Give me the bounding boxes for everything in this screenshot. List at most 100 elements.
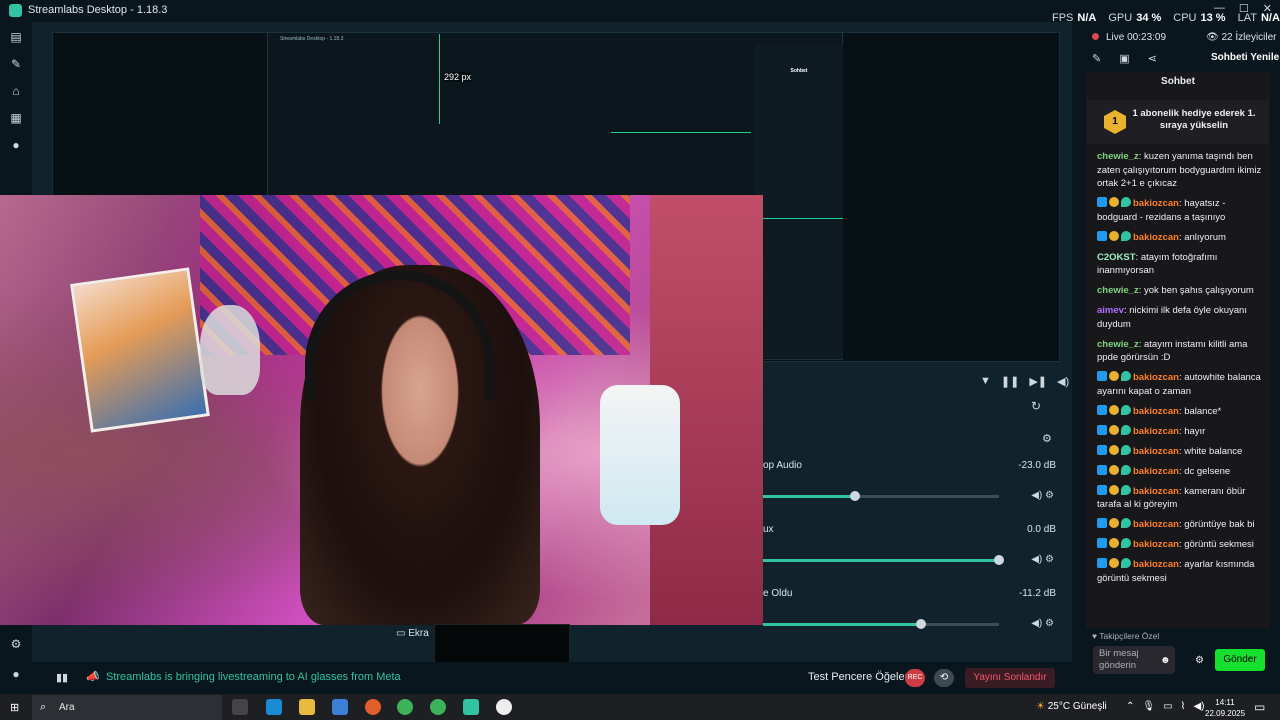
mixer-settings-icon[interactable]: ⚙	[1042, 432, 1052, 445]
chat-text: : dc gelsene	[1178, 465, 1231, 477]
mic-icon[interactable]: 🎙	[1142, 701, 1155, 712]
chat-message: bakiozcan: anlıyorum	[1097, 230, 1263, 245]
emoji-icon[interactable]: ☻	[1160, 655, 1171, 666]
chat-message: chewie_z: kuzen yanıma taşındı ben zaten…	[1097, 150, 1263, 191]
chat-message: bakiozcan: görüntüye bak bi	[1097, 518, 1263, 532]
chat-username[interactable]: bakiozcan	[1133, 559, 1179, 570]
nested-chat-capture: Sohbet	[755, 44, 843, 358]
chat-username[interactable]: bakiozcan	[1133, 519, 1179, 530]
system-tray: ⌃ 🎙 ▭ ⌇ ◀)	[1126, 701, 1204, 712]
news-banner[interactable]: Streamlabs is bringing livestreaming to …	[106, 671, 401, 683]
volume-slider[interactable]	[763, 491, 999, 501]
send-button[interactable]: Gönder	[1215, 649, 1265, 671]
chat-username[interactable]: bakiozcan	[1133, 372, 1179, 383]
chat-username[interactable]: chewie_z	[1097, 339, 1139, 350]
speaker-icon[interactable]: ◀)	[1193, 701, 1204, 712]
refresh-chat-button[interactable]: Sohbeti Yenile	[1211, 52, 1279, 63]
viewer-count-text: 22 İzleyiciler	[1221, 32, 1277, 43]
search-icon: ⌕	[40, 701, 47, 713]
chrome-profile-icon[interactable]	[430, 699, 446, 715]
display-icon[interactable]: ▭	[1163, 701, 1172, 712]
store-icon-taskbar[interactable]	[332, 699, 348, 715]
sub-gift-text: 1 abonelik hediye ederek 1. sıraya yükse…	[1132, 108, 1256, 131]
chevron-up-icon[interactable]: ⌃	[1126, 701, 1134, 712]
chat-username[interactable]: bakiozcan	[1133, 486, 1179, 497]
chat-username[interactable]: bakiozcan	[1133, 446, 1179, 457]
pause-icon[interactable]: ❚❚	[1001, 375, 1019, 388]
weather[interactable]: ☀ 25°C Güneşli	[1036, 701, 1107, 712]
notification-icon[interactable]: ▭	[1254, 700, 1265, 714]
test-widgets-label[interactable]: Test Pencere Öğeleri	[808, 671, 911, 683]
volume-icon[interactable]: ◀)	[1057, 375, 1069, 388]
mod-badge-icon	[1097, 371, 1107, 381]
volume-slider-knob[interactable]	[850, 491, 861, 501]
explorer-icon[interactable]	[299, 699, 315, 715]
chat-message: bakiozcan: autowhite balanca ayarını kap…	[1097, 371, 1263, 398]
next-icon[interactable]: ▶❚	[1029, 375, 1047, 388]
gem-badge-icon	[1121, 230, 1131, 241]
record-button[interactable]: REC	[905, 669, 925, 687]
chat-username[interactable]: bakiozcan	[1133, 232, 1179, 243]
play-icon[interactable]: ●	[9, 139, 23, 151]
replay-buffer-button[interactable]: ⟲	[934, 669, 954, 687]
painting	[70, 267, 210, 433]
clock[interactable]: 14:11 22.09.2025	[1205, 697, 1245, 719]
chrome-icon[interactable]	[397, 699, 413, 715]
audio-mixer: op Audio -23.0 dB ◀) ⚙ ux 0.0 dB ◀) ⚙ e Oldu -1…	[763, 450, 1062, 640]
filter-icon[interactable]: ▼	[980, 375, 991, 388]
firefox-icon[interactable]	[365, 699, 381, 715]
sub-badge-icon	[1109, 484, 1119, 495]
volume-slider-fill	[763, 495, 856, 498]
editor-icon[interactable]: ▤	[9, 31, 23, 43]
edit-icon[interactable]: ✎	[1092, 52, 1101, 65]
network-icon[interactable]: ⌇	[1181, 701, 1186, 712]
settings-icon[interactable]: ⚙	[9, 638, 23, 650]
search-input[interactable]: Ara	[59, 702, 75, 713]
microphone	[600, 385, 680, 525]
nested-window-title: Streamlabs Desktop - 1.18.3	[280, 36, 344, 42]
chat-username[interactable]: bakiozcan	[1133, 406, 1179, 417]
volume-slider[interactable]	[763, 555, 1004, 565]
alignment-guide	[439, 34, 440, 124]
share-icon[interactable]: ⋖	[1148, 52, 1157, 65]
store-icon[interactable]: ⌂	[9, 85, 23, 97]
volume-slider-knob[interactable]	[916, 619, 927, 629]
stats-icon[interactable]: ▮▮	[56, 671, 68, 684]
mixer-channel-controls[interactable]: ◀) ⚙	[1031, 554, 1054, 565]
chat-username[interactable]: aimev	[1097, 305, 1124, 316]
streamlabs-taskbar-icon[interactable]	[463, 699, 479, 715]
mixer-channel-db: 0.0 dB	[1027, 524, 1056, 535]
refresh-icon[interactable]: ↻	[1031, 399, 1041, 413]
task-view-icon[interactable]	[232, 699, 248, 715]
windows-start-icon[interactable]: ⊞	[10, 701, 19, 714]
chat-settings-icon[interactable]: ⚙	[1195, 655, 1204, 666]
chat-username[interactable]: bakiozcan	[1133, 198, 1179, 209]
media-icon[interactable]: ▦	[9, 112, 23, 124]
chat-message: bakiozcan: ayarlar kısmında görüntü sekm…	[1097, 558, 1263, 585]
chat-username[interactable]: chewie_z	[1097, 151, 1139, 162]
webcam-source[interactable]	[0, 195, 763, 625]
clock-time: 14:11	[1215, 698, 1235, 707]
chat-message: bakiozcan: hayatsız - bodguard - rezidan…	[1097, 197, 1263, 224]
mixer-channel-controls[interactable]: ◀) ⚙	[1031, 618, 1054, 629]
themes-icon[interactable]: ✎	[9, 58, 23, 70]
robot-icon[interactable]: ▣	[1119, 52, 1129, 65]
skull-painting	[200, 305, 260, 395]
profile-icon[interactable]: ●	[9, 668, 23, 680]
sub-badge-icon	[1109, 558, 1119, 568]
chat-username[interactable]: bakiozcan	[1133, 426, 1179, 437]
end-stream-button[interactable]: Yayını Sonlandır	[965, 668, 1055, 688]
followers-only-text: Takipçilere Özel	[1099, 631, 1160, 641]
chat-username[interactable]: bakiozcan	[1133, 539, 1179, 550]
mod-badge-icon	[1097, 558, 1107, 568]
app-icon[interactable]	[496, 699, 512, 715]
volume-slider-knob[interactable]	[994, 555, 1004, 565]
chat-username[interactable]: chewie_z	[1097, 285, 1139, 296]
volume-slider[interactable]	[763, 619, 999, 629]
edge-icon[interactable]	[266, 699, 282, 715]
scene-tab[interactable]: ▭ Ekra	[396, 628, 429, 639]
chat-username[interactable]: bakiozcan	[1133, 466, 1179, 477]
chat-username[interactable]: C2OKST	[1097, 252, 1136, 263]
mixer-channel-controls[interactable]: ◀) ⚙	[1031, 490, 1054, 501]
mixer-channel-name: e Oldu	[763, 588, 793, 599]
